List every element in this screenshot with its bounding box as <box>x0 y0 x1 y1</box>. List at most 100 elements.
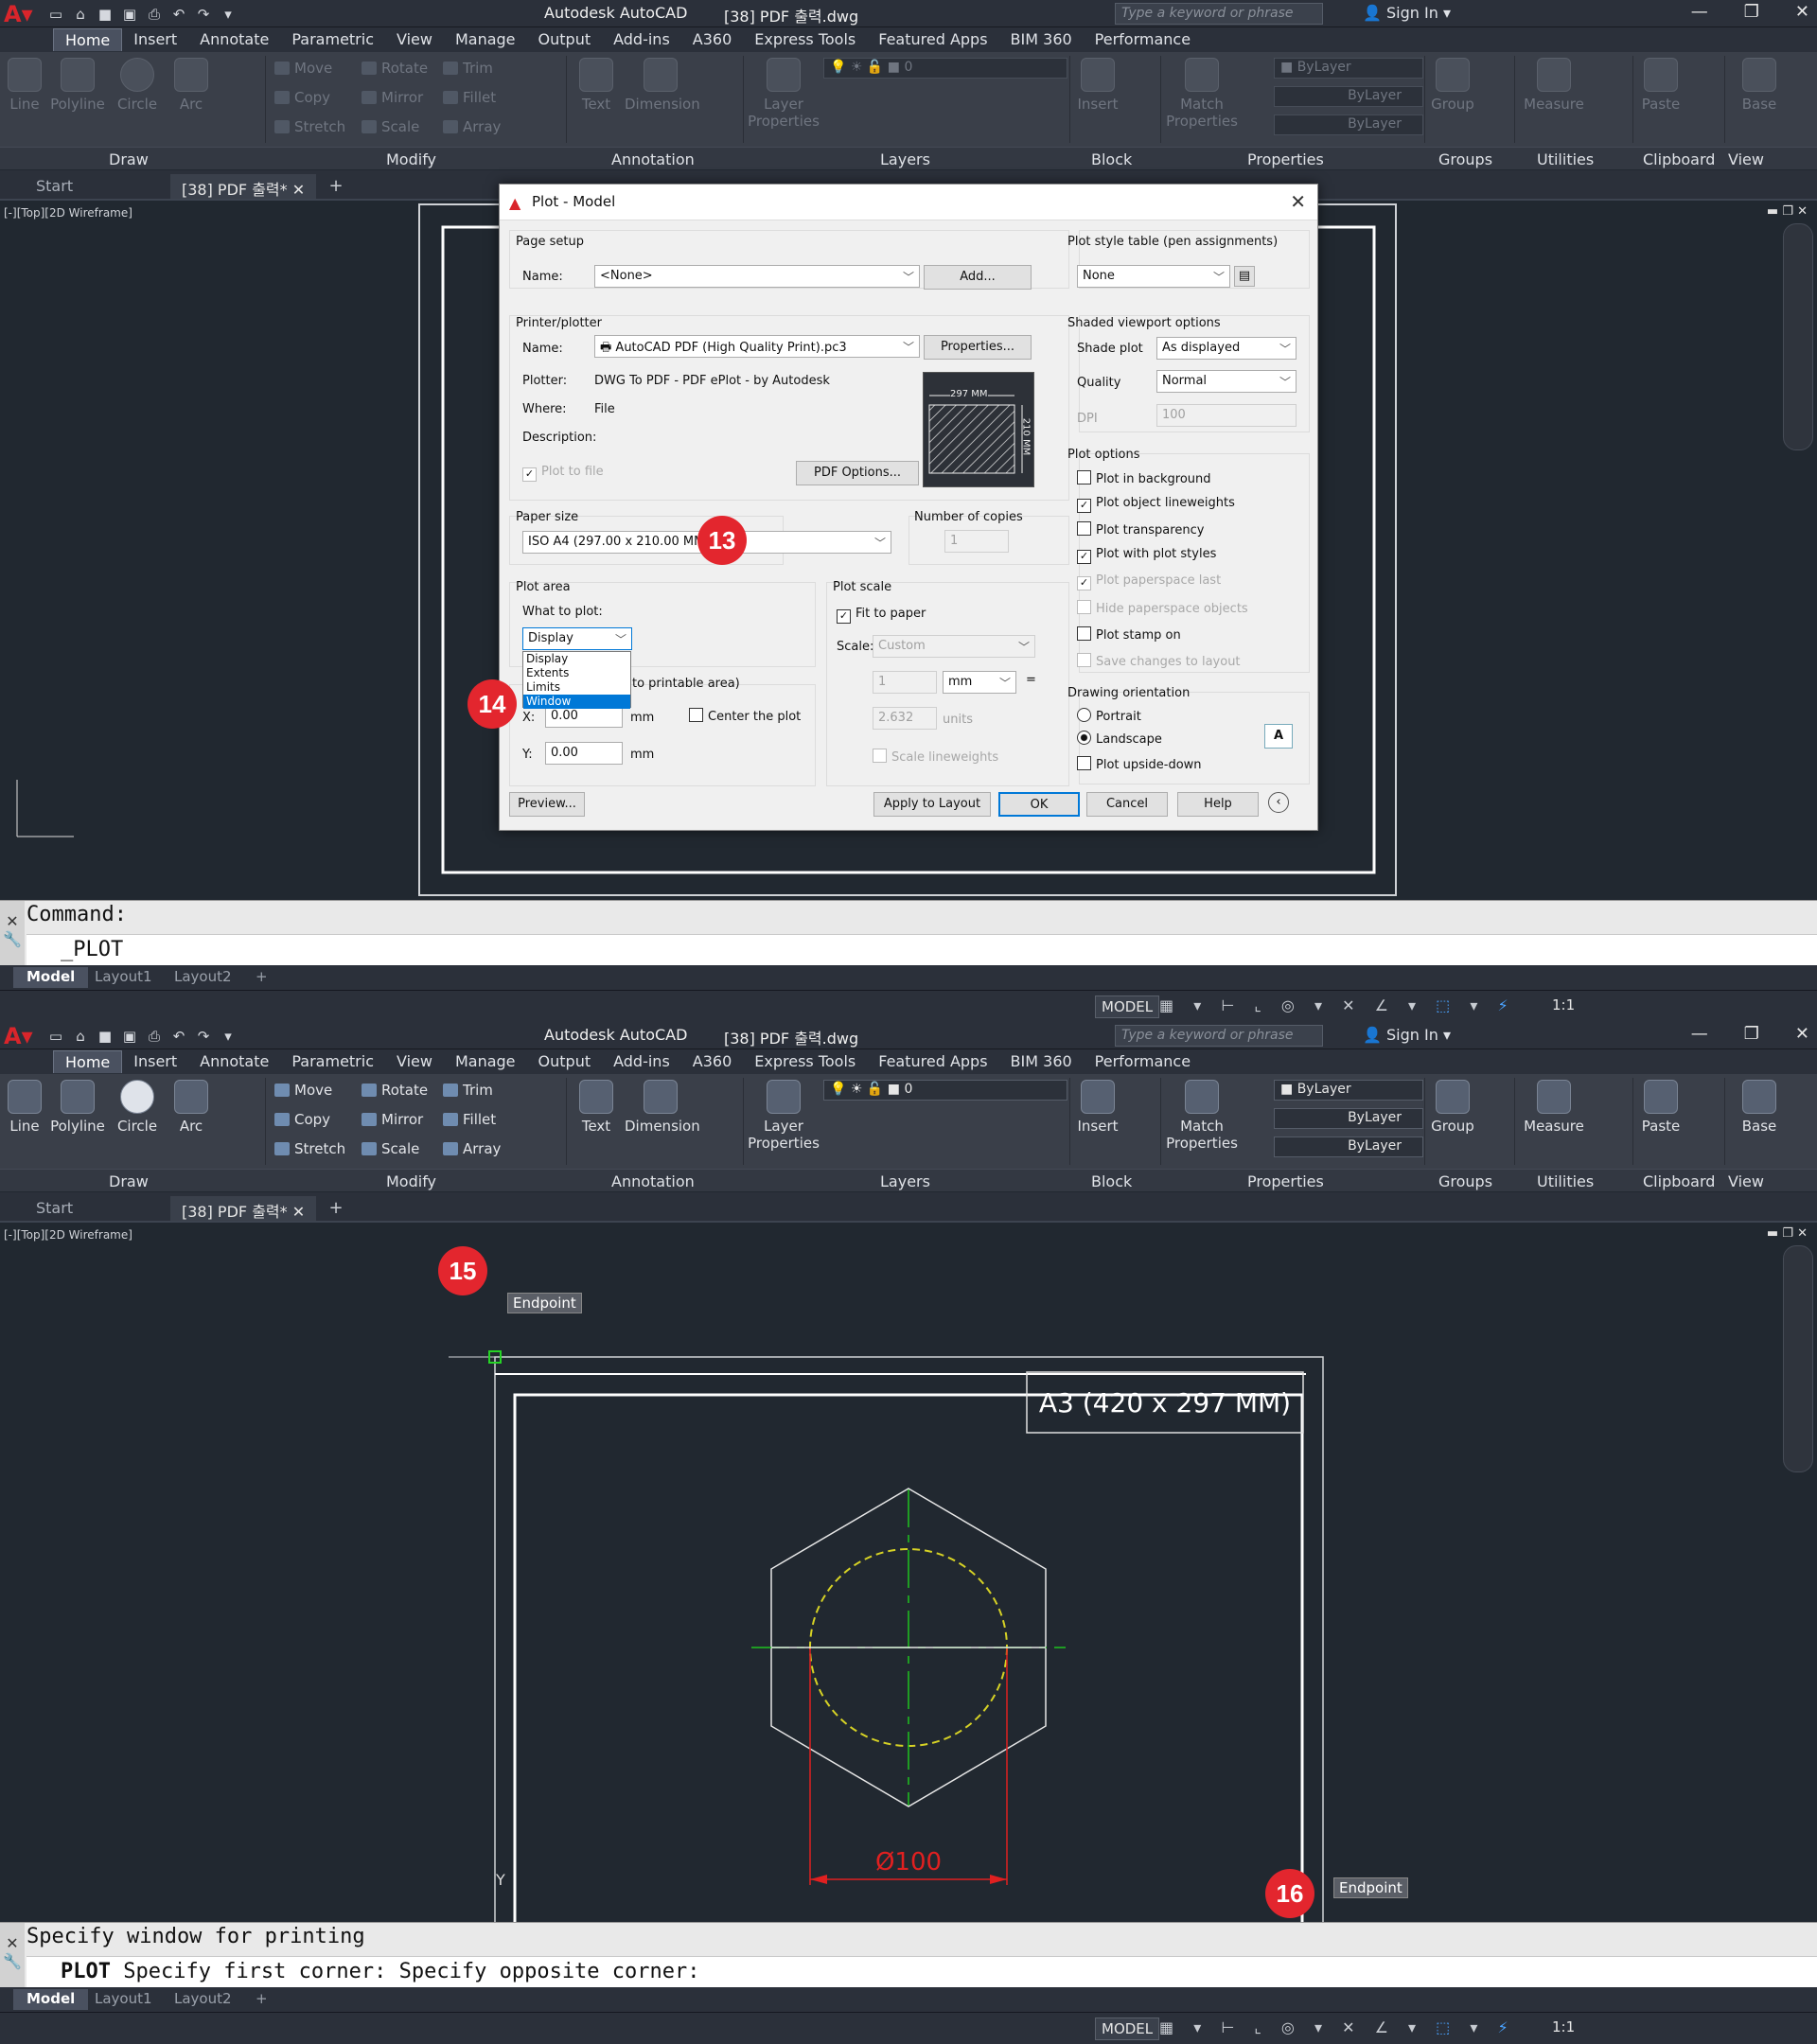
navigation-bar[interactable] <box>1783 1245 1813 1472</box>
tab-addins[interactable]: Add-ins <box>602 28 681 51</box>
new-tab-icon[interactable]: + <box>325 1198 347 1218</box>
sign-in-button[interactable]: 👤 Sign In ▾ <box>1363 4 1451 22</box>
stretch-tool[interactable]: Stretch <box>274 1140 345 1157</box>
printer-name-dropdown[interactable]: 🖶 AutoCAD PDF (High Quality Print).pc3 ﹀ <box>594 335 920 358</box>
lineweight-dropdown[interactable]: ByLayer <box>1274 115 1423 135</box>
undo-icon[interactable]: ↶ <box>168 1027 189 1046</box>
insert-tool[interactable]: Insert <box>1074 58 1121 113</box>
viewport-controls[interactable]: ▬ ❐ ✕ <box>1767 204 1808 219</box>
plot-upside-down-checkbox[interactable]: Plot upside-down <box>1077 756 1202 772</box>
group-label-groups[interactable]: Groups <box>1438 150 1492 168</box>
close-icon[interactable]: ✕ <box>1795 2 1809 22</box>
annotation-scale[interactable]: 1:1 <box>1552 996 1575 1013</box>
scale-tool[interactable]: Scale <box>362 118 419 135</box>
sign-in-button[interactable]: 👤 Sign In ▾ <box>1363 1026 1451 1044</box>
mirror-tool[interactable]: Mirror <box>362 1111 423 1128</box>
copy-tool[interactable]: Copy <box>274 89 330 106</box>
layout-tab-model[interactable]: Model <box>13 967 89 988</box>
collapse-options-icon[interactable]: ‹ <box>1268 792 1289 813</box>
scale-lineweights-checkbox[interactable]: Scale lineweights <box>873 749 998 765</box>
group-label-block[interactable]: Block <box>1091 1172 1132 1190</box>
group-label-modify[interactable]: Modify <box>386 1172 436 1190</box>
option-window[interactable]: Window <box>523 695 630 709</box>
copies-input[interactable]: 1 <box>944 530 1009 553</box>
viewport-label[interactable]: [-][Top][2D Wireframe] <box>4 206 132 220</box>
tab-featured-apps[interactable]: Featured Apps <box>867 28 998 51</box>
layer-properties-tool[interactable]: Layer Properties <box>748 58 820 130</box>
match-properties-tool[interactable]: Match Properties <box>1166 58 1238 130</box>
group-tool[interactable]: Group <box>1429 1080 1476 1135</box>
tab-manage[interactable]: Manage <box>444 28 527 51</box>
tab-annotate[interactable]: Annotate <box>188 28 280 51</box>
option-limits[interactable]: Limits <box>523 680 630 695</box>
scale-unit-dropdown[interactable]: mm ﹀ <box>943 671 1016 694</box>
viewport-controls[interactable]: ▬ ❐ ✕ <box>1767 1226 1808 1241</box>
plot-paperspace-last-checkbox[interactable]: Plot paperspace last <box>1077 573 1221 590</box>
arc-tool[interactable]: Arc <box>170 1080 212 1135</box>
save-as-icon[interactable]: ▣ <box>119 1027 140 1046</box>
command-close-icon[interactable]: ✕ 🔧 <box>0 1923 25 1988</box>
pdf-options-button[interactable]: PDF Options... <box>796 461 919 485</box>
edit-plot-style-icon[interactable]: ▤ <box>1234 266 1255 287</box>
plot-in-background-checkbox[interactable]: Plot in background <box>1077 470 1211 486</box>
annotation-scale[interactable]: 1:1 <box>1552 2018 1575 2035</box>
autocad-logo-icon[interactable]: A▾ <box>4 2 45 26</box>
copy-tool[interactable]: Copy <box>274 1111 330 1128</box>
qat-dropdown-icon[interactable]: ▾ <box>218 5 238 24</box>
tab-parametric[interactable]: Parametric <box>280 28 385 51</box>
minimize-icon[interactable]: — <box>1691 2 1708 22</box>
tab-featured-apps[interactable]: Featured Apps <box>867 1050 998 1073</box>
cancel-button[interactable]: Cancel <box>1086 792 1168 817</box>
layer-dropdown[interactable]: 💡 ☀ 🔓 ■ 0 <box>823 1080 1067 1101</box>
preview-button[interactable]: Preview... <box>509 792 585 817</box>
group-label-view[interactable]: View <box>1728 150 1764 168</box>
tab-a360[interactable]: A360 <box>681 28 743 51</box>
restore-icon[interactable]: ❐ <box>1744 2 1759 22</box>
option-display[interactable]: Display <box>523 652 630 666</box>
plot-stamp-on-checkbox[interactable]: Plot stamp on <box>1077 626 1181 643</box>
tab-view[interactable]: View <box>385 1050 444 1073</box>
redo-icon[interactable]: ↷ <box>193 5 214 24</box>
array-tool[interactable]: Array <box>443 1140 501 1157</box>
hide-paperspace-objects-checkbox[interactable]: Hide paperspace objects <box>1077 600 1248 616</box>
tab-home[interactable]: Home <box>53 1050 123 1073</box>
layer-properties-tool[interactable]: Layer Properties <box>748 1080 820 1152</box>
plot-style-dropdown[interactable]: None ﹀ <box>1077 265 1230 288</box>
navigation-bar[interactable] <box>1783 223 1813 450</box>
tab-parametric[interactable]: Parametric <box>280 1050 385 1073</box>
insert-tool[interactable]: Insert <box>1074 1080 1121 1135</box>
tab-express-tools[interactable]: Express Tools <box>743 28 867 51</box>
open-icon[interactable]: ⌂ <box>70 1027 91 1046</box>
group-tool[interactable]: Group <box>1429 58 1476 113</box>
drawing-canvas[interactable]: A3 (420 x 297 MM) Ø100 X Y <box>0 1223 1817 2008</box>
group-label-layers[interactable]: Layers <box>880 150 930 168</box>
search-input[interactable]: Type a keyword or phrase <box>1115 3 1323 25</box>
tab-a360[interactable]: A360 <box>681 1050 743 1073</box>
add-page-setup-button[interactable]: Add... <box>924 265 1032 290</box>
new-icon[interactable]: ▭ <box>45 5 66 24</box>
autocad-logo-icon[interactable]: A▾ <box>4 1024 45 1048</box>
status-toggle-icons[interactable]: ▦ ▾ ⊢ ⌞ ◎ ▾ ✕ ∠ ▾ ⬚ ▾ ⚡ <box>1159 996 1516 1014</box>
array-tool[interactable]: Array <box>443 118 501 135</box>
rotate-tool[interactable]: Rotate <box>362 60 428 77</box>
shade-plot-dropdown[interactable]: As displayed ﹀ <box>1156 337 1297 360</box>
group-label-utilities[interactable]: Utilities <box>1537 1172 1594 1190</box>
match-properties-tool[interactable]: Match Properties <box>1166 1080 1238 1152</box>
portrait-radio[interactable]: Portrait <box>1077 708 1141 724</box>
tab-bim360[interactable]: BIM 360 <box>999 1050 1084 1073</box>
line-tool[interactable]: Line <box>6 58 44 113</box>
layer-dropdown[interactable]: 💡 ☀ 🔓 ■ 0 <box>823 58 1067 79</box>
tab-express-tools[interactable]: Express Tools <box>743 1050 867 1073</box>
minimize-icon[interactable]: — <box>1691 1024 1708 1044</box>
start-tab[interactable]: Start <box>25 174 84 199</box>
tab-home[interactable]: Home <box>53 28 123 51</box>
printer-properties-button[interactable]: Properties... <box>924 335 1032 360</box>
center-plot-checkbox[interactable]: Center the plot <box>689 708 801 724</box>
landscape-radio[interactable]: Landscape <box>1077 731 1162 747</box>
tab-output[interactable]: Output <box>527 1050 603 1073</box>
close-icon[interactable]: ✕ <box>1795 1024 1809 1044</box>
layout-tab-layout2[interactable]: Layout2 <box>161 1989 245 2010</box>
linetype-dropdown[interactable]: ByLayer <box>1274 86 1423 107</box>
close-tab-icon[interactable]: ✕ <box>292 1203 305 1221</box>
print-icon[interactable]: ⎙ <box>144 1027 165 1046</box>
